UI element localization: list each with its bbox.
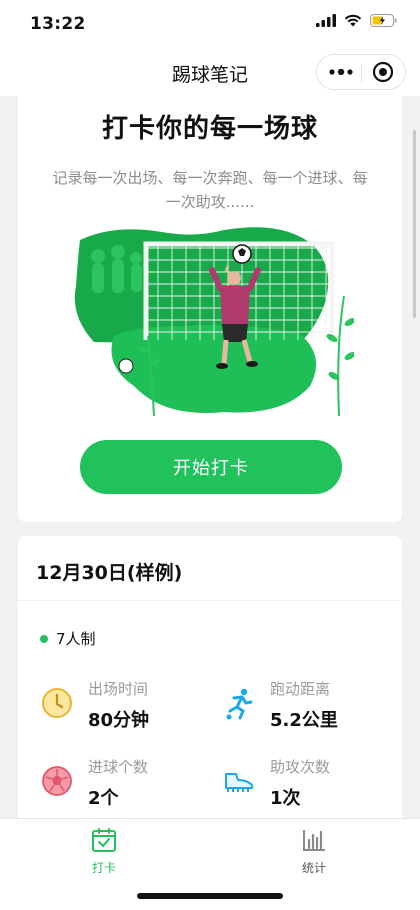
goalkeeper-illustration xyxy=(74,227,354,417)
mini-program-capsule xyxy=(316,54,406,90)
stat-value: 5.2公里 xyxy=(270,710,338,731)
bar-chart-icon xyxy=(303,830,325,851)
more-dots-icon xyxy=(329,69,353,75)
stat-label: 助攻次数 xyxy=(270,758,331,776)
tab-statistics[interactable]: 统计 xyxy=(274,827,354,876)
match-format-label: 7人制 xyxy=(56,630,96,648)
wifi-icon xyxy=(344,14,362,27)
status-icons xyxy=(316,14,398,27)
checkin-intro-card: 打卡你的每一场球 记录每一次出场、每一次奔跑、每一个进球、每一次助攻...... xyxy=(18,96,402,522)
close-target-icon xyxy=(372,61,394,83)
start-checkin-button[interactable]: 开始打卡 xyxy=(80,440,342,494)
tab-checkin[interactable]: 打卡 xyxy=(64,827,144,876)
tab-statistics-label: 统计 xyxy=(301,861,326,875)
runner-icon xyxy=(226,688,253,720)
scrollbar[interactable] xyxy=(413,130,416,318)
format-dot-icon xyxy=(40,634,48,643)
match-format: 7人制 xyxy=(40,628,96,649)
stat-label: 出场时间 xyxy=(88,680,149,698)
stat-label: 进球个数 xyxy=(88,758,149,776)
status-time: 13:22 xyxy=(30,14,86,34)
home-indicator[interactable] xyxy=(137,893,283,899)
stat-label: 跑动距离 xyxy=(270,680,331,698)
battery-icon xyxy=(370,14,397,27)
match-date: 12月30日(样例) xyxy=(36,562,183,584)
close-button[interactable] xyxy=(365,55,401,89)
signal-icon xyxy=(316,14,336,27)
calendar-check-icon xyxy=(92,828,116,852)
status-bar: 13:22 xyxy=(0,0,420,50)
nav-bar: 踢球笔记 xyxy=(0,50,420,96)
stat-value: 1次 xyxy=(270,788,301,809)
card-divider xyxy=(18,600,402,601)
stat-value: 2个 xyxy=(88,788,119,809)
hero-title: 打卡你的每一场球 xyxy=(101,114,318,144)
capsule-divider xyxy=(361,64,362,82)
hero-description: 记录每一次出场、每一次奔跑、每一个进球、每一次助攻...... xyxy=(52,169,368,211)
football-icon xyxy=(42,766,72,796)
more-button[interactable] xyxy=(323,55,359,89)
clock-icon xyxy=(42,688,72,718)
tab-checkin-label: 打卡 xyxy=(91,861,116,875)
match-record-card[interactable]: 12月30日(样例) 7人制 出场时间 80分钟 跑动距离 5.2公里 进球个数 xyxy=(18,536,402,826)
stat-value: 80分钟 xyxy=(88,710,150,731)
boot-icon xyxy=(225,773,254,792)
